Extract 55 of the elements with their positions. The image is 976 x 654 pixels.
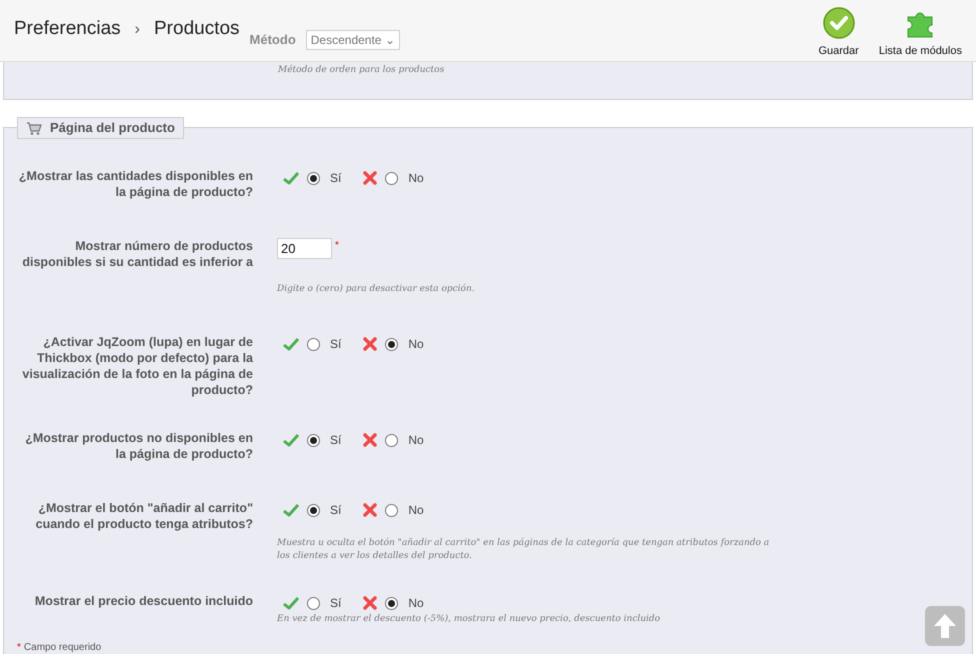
shopping-cart-icon (26, 122, 42, 134)
toolbar-button[interactable]: Guardar (818, 7, 859, 60)
order-select[interactable]: Descendente ⌄ (306, 30, 400, 50)
option-label: Sí (330, 432, 342, 448)
field-label: ¿Activar JqZoom (lupa) en lugar de Thickbox (modo por defecto) para la visualización de la foto en la página de producto? (22, 335, 253, 397)
radio-button[interactable] (385, 172, 398, 184)
check-icon (283, 434, 299, 446)
field-label: ¿Mostrar productos no disponibles en la página de producto? (25, 431, 253, 461)
breadcrumb-separator: › (134, 20, 140, 40)
cross-icon (363, 503, 378, 517)
radio-button[interactable] (307, 434, 320, 446)
up-arrow-icon (932, 612, 958, 640)
number-input[interactable]: 20 (277, 238, 332, 259)
footnote: Campo requerido (24, 641, 102, 654)
cross-icon (363, 337, 378, 351)
field-hint: En vez de mostrar el descuento (-5%), mostrara el nuevo precio, descuento incluido (277, 613, 662, 626)
field-label: Mostrar número de productos disponibles si su cantidad es inferior a (22, 239, 253, 269)
check-icon (283, 596, 299, 610)
radio-button[interactable] (385, 434, 398, 446)
radio-button[interactable] (307, 172, 320, 184)
radio-button[interactable] (307, 504, 320, 516)
field-label: Mostrar el precio descuento incluido (34, 594, 253, 608)
breadcrumb-item: Productos (154, 17, 240, 42)
radio-button[interactable] (385, 504, 398, 516)
option-label: No (408, 432, 424, 448)
radio-button[interactable] (307, 596, 320, 610)
field-label: ¿Mostrar las cantidades disponibles en la página de producto? (18, 169, 253, 199)
field-hint: Método de orden para los productos (278, 65, 444, 75)
option-label: No (408, 336, 424, 352)
option-label: No (408, 595, 424, 611)
field-hint: Digite o (cero) para desactivar esta opción. (277, 283, 476, 296)
option-label: No (408, 502, 424, 518)
check-icon (283, 172, 299, 184)
field-hint: Muestra u oculta el botón "añadir al carrito" en las páginas de la categoría que tengan atributos forzando a los clientes a ver los detalles del producto. (277, 537, 770, 563)
section-title: Página del producto (50, 119, 175, 138)
option-label: Sí (330, 336, 342, 352)
option-label: Sí (330, 502, 342, 518)
cross-icon (363, 171, 378, 185)
option-label: Sí (330, 595, 342, 611)
required-asterisk: * (17, 641, 21, 654)
radio-button[interactable] (307, 338, 320, 350)
toolbar-button[interactable]: Lista de módulos (878, 7, 962, 60)
option-label: Sí (330, 170, 342, 186)
check-icon (283, 504, 299, 516)
required-asterisk: * (335, 239, 339, 253)
option-label: No (408, 170, 424, 186)
check-icon (283, 338, 299, 350)
breadcrumb-item[interactable]: Preferencias (14, 15, 121, 44)
cross-icon (363, 596, 378, 610)
field-label: ¿Mostrar el botón "añadir al carrito" cuando el producto tenga atributos? (36, 501, 253, 531)
radio-button[interactable] (385, 338, 398, 350)
radio-button[interactable] (385, 596, 398, 610)
field-label: Método (250, 30, 296, 49)
cross-icon (363, 433, 378, 447)
checkmark-circle-icon (822, 7, 855, 40)
